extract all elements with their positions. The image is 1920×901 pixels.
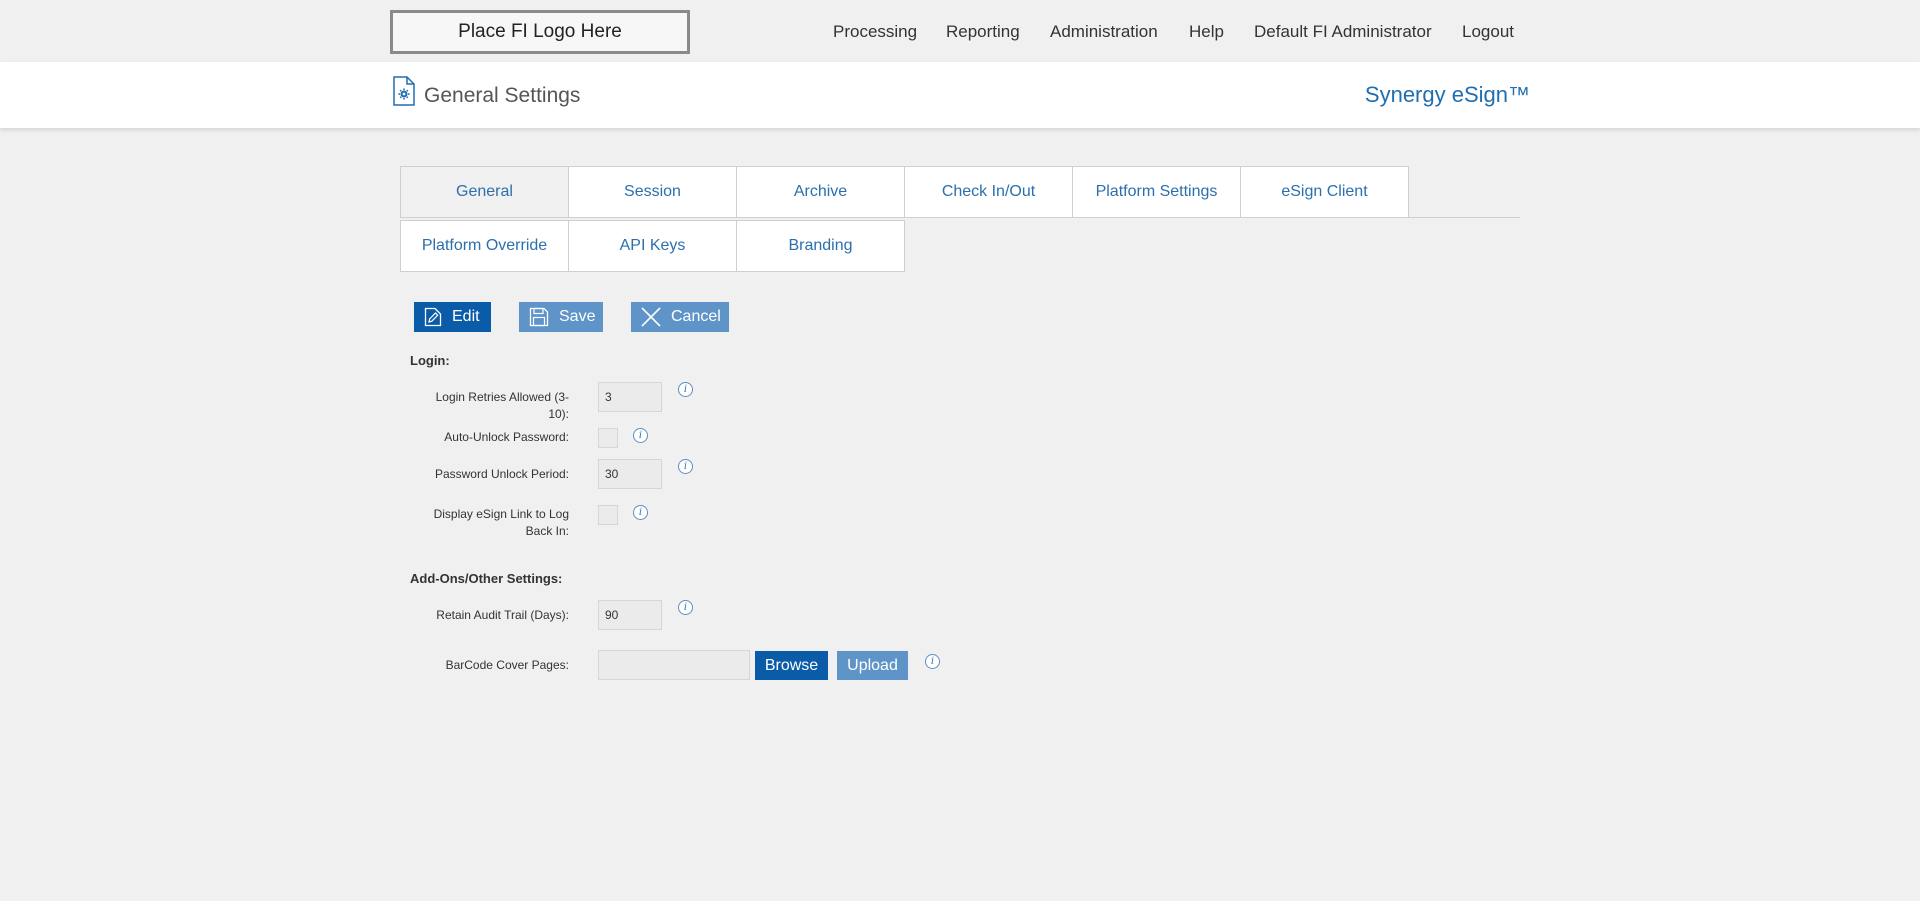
tab-check-in-out[interactable]: Check In/Out <box>904 166 1073 218</box>
top-bar: Place FI Logo Here Processing Reporting … <box>0 0 1920 62</box>
login-retries-label: Login Retries Allowed (3-10): <box>435 390 569 421</box>
unlock-period-label: Password Unlock Period: <box>434 467 569 481</box>
brand-name: Synergy eSign™ <box>1364 82 1530 107</box>
cancel-button-label: Cancel <box>671 308 721 325</box>
addons-section-title: Add-Ons/Other Settings: <box>410 571 563 586</box>
tab-label: eSign Client <box>1281 183 1368 200</box>
tab-label: API Keys <box>619 237 686 254</box>
nav-administration[interactable]: Administration <box>1050 22 1158 42</box>
login-section-title: Login: <box>410 353 450 368</box>
edit-button-label: Edit <box>452 308 480 325</box>
tab-branding[interactable]: Branding <box>736 220 905 272</box>
info-icon[interactable]: i <box>925 654 940 669</box>
cancel-button[interactable]: Cancel <box>631 302 729 332</box>
tab-general[interactable]: General <box>400 166 569 218</box>
tab-platform-settings[interactable]: Platform Settings <box>1072 166 1241 218</box>
nav-user-menu[interactable]: Default FI Administrator <box>1254 22 1432 42</box>
upload-button[interactable]: Upload <box>837 651 908 680</box>
tabs-divider <box>400 217 1520 218</box>
nav-logout[interactable]: Logout <box>1462 22 1514 42</box>
tab-label: Check In/Out <box>941 183 1036 200</box>
info-icon[interactable]: i <box>678 459 693 474</box>
display-link-label: Display eSign Link to Log Back In: <box>433 507 569 538</box>
tab-platform-override[interactable]: Platform Override <box>400 220 569 272</box>
main-nav: Processing Reporting Administration Help… <box>0 22 1920 46</box>
barcode-label: BarCode Cover Pages: <box>445 658 569 672</box>
info-icon[interactable]: i <box>633 505 648 520</box>
audit-trail-input[interactable]: 90 <box>598 600 662 630</box>
unlock-period-input[interactable]: 30 <box>598 459 662 489</box>
page-header: General Settings Synergy eSign™ <box>0 62 1920 128</box>
tab-label: Platform Override <box>421 237 548 254</box>
login-retries-input[interactable]: 3 <box>598 382 662 412</box>
audit-trail-label: Retain Audit Trail (Days): <box>436 608 569 622</box>
pencil-icon <box>424 307 442 327</box>
save-button[interactable]: Save <box>519 302 603 332</box>
nav-reporting[interactable]: Reporting <box>946 22 1020 42</box>
nav-help[interactable]: Help <box>1189 22 1224 42</box>
tab-label: Platform Settings <box>1095 183 1218 200</box>
browse-button[interactable]: Browse <box>755 651 828 680</box>
nav-processing[interactable]: Processing <box>833 22 917 42</box>
floppy-disk-icon <box>529 307 549 327</box>
tab-label: General <box>456 183 513 200</box>
tab-esign-client[interactable]: eSign Client <box>1240 166 1409 218</box>
auto-unlock-label: Auto-Unlock Password: <box>444 430 569 444</box>
tab-api-keys[interactable]: API Keys <box>568 220 737 272</box>
info-icon[interactable]: i <box>678 600 693 615</box>
info-icon[interactable]: i <box>633 428 648 443</box>
settings-document-icon <box>392 76 416 106</box>
barcode-file-input[interactable] <box>598 650 750 680</box>
display-link-checkbox[interactable] <box>598 505 618 525</box>
close-icon <box>641 307 661 327</box>
page-title: General Settings <box>424 84 581 107</box>
tab-session[interactable]: Session <box>568 166 737 218</box>
tab-label: Branding <box>788 237 853 254</box>
tab-archive[interactable]: Archive <box>736 166 905 218</box>
info-icon[interactable]: i <box>678 382 693 397</box>
edit-button[interactable]: Edit <box>414 302 491 332</box>
tab-label: Session <box>624 183 681 200</box>
tab-label: Archive <box>793 183 848 200</box>
auto-unlock-checkbox[interactable] <box>598 428 618 448</box>
save-button-label: Save <box>559 308 596 325</box>
